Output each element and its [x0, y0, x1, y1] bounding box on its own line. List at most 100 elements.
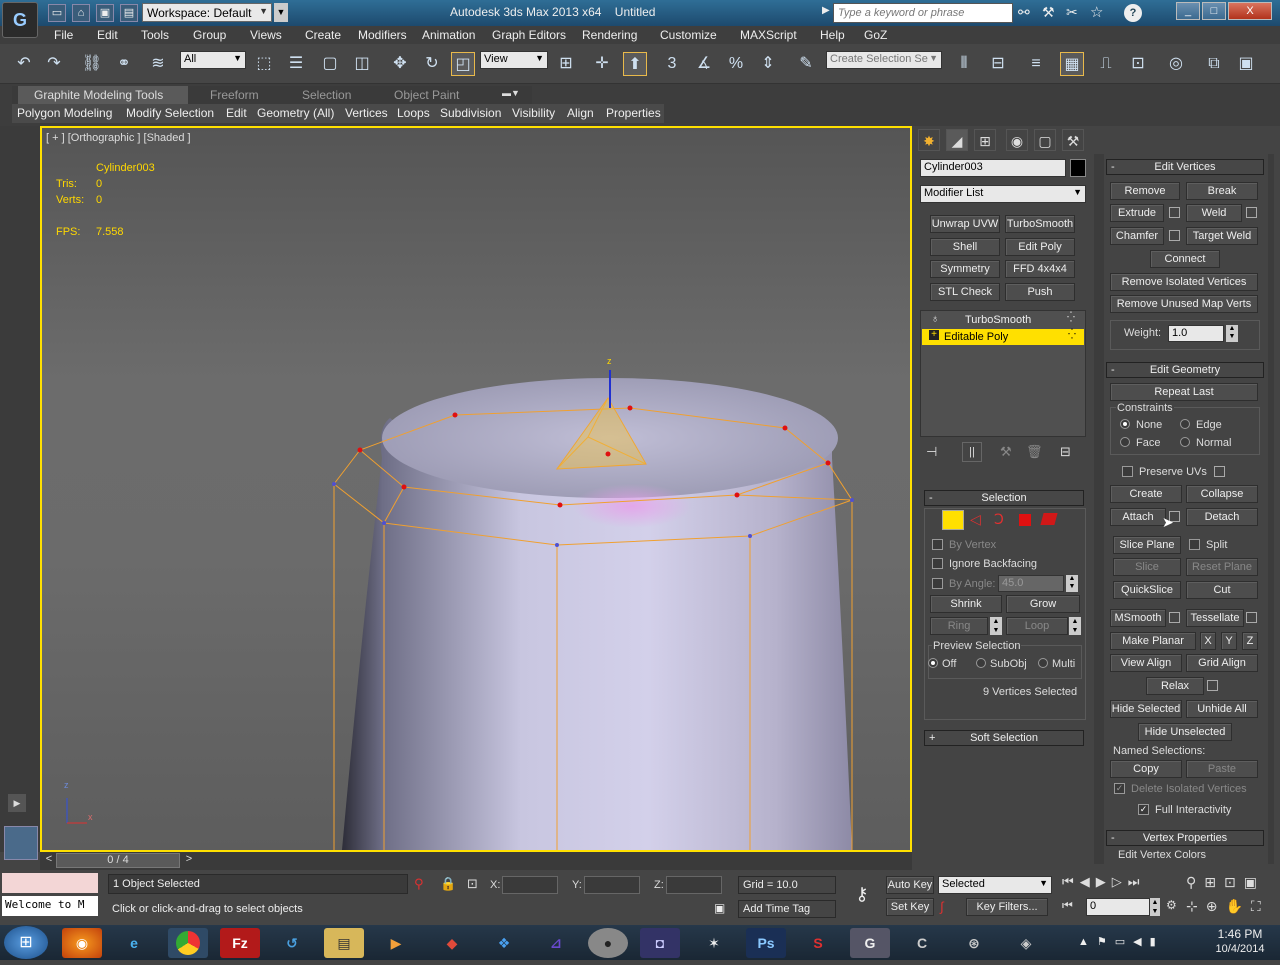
grow-button[interactable]: Grow — [1006, 595, 1080, 613]
full-interactivity-checkbox[interactable]: ✓ — [1138, 804, 1149, 815]
move-icon[interactable]: ✥ — [388, 52, 412, 76]
lock-selection-icon[interactable]: 🔒 — [440, 876, 456, 892]
ribbon-options-icon[interactable]: ▬▼ — [502, 88, 520, 98]
connect-button[interactable]: Connect — [1150, 250, 1220, 268]
reference-coordinate-dropdown[interactable]: View ▼ — [480, 51, 548, 69]
close-button[interactable]: X — [1228, 2, 1272, 20]
shell-button[interactable]: Shell — [930, 238, 1000, 256]
preview-off-radio[interactable] — [928, 658, 938, 668]
grid-align-button[interactable]: Grid Align — [1186, 654, 1258, 672]
snaps-toggle-icon[interactable]: 3 — [660, 52, 684, 76]
preview-subobj-radio[interactable] — [976, 658, 986, 668]
ignore-backfacing-checkbox[interactable] — [932, 558, 943, 569]
create-tab-icon[interactable]: ✸ — [918, 129, 940, 151]
motion-tab-icon[interactable]: ◉ — [1006, 129, 1028, 151]
turbosmooth-button[interactable]: TurboSmooth — [1005, 215, 1075, 233]
detach-button[interactable]: Detach — [1186, 508, 1258, 526]
menu-tools[interactable]: Tools — [141, 28, 169, 42]
clock-date[interactable]: 10/4/2014 — [1210, 943, 1270, 955]
configure-modifier-sets-icon[interactable]: ⊟ — [1060, 444, 1071, 460]
search-arrow-icon[interactable]: ▶ — [822, 5, 830, 16]
minimize-button[interactable]: _ — [1176, 2, 1200, 20]
render-setup-icon[interactable]: ⧉ — [1202, 52, 1226, 76]
viewport-layout-icon[interactable] — [4, 826, 38, 860]
schematic-view-icon[interactable]: ⊡ — [1126, 52, 1150, 76]
push-button[interactable]: Push — [1005, 283, 1075, 301]
start-button-icon[interactable]: ⊞ — [4, 926, 48, 959]
viewport-nav-bottom[interactable]: ⊹⊕✋⛶ — [1186, 898, 1269, 915]
search-input[interactable]: Type a keyword or phrase — [833, 3, 1013, 23]
tab-freeform[interactable]: Freeform — [210, 88, 259, 102]
by-angle-checkbox[interactable] — [932, 578, 943, 589]
menu-animation[interactable]: Animation — [422, 28, 475, 42]
time-slider-track[interactable]: < 0 / 4 > — [40, 852, 912, 870]
zbrush-icon[interactable]: ● — [588, 928, 628, 958]
time-slider-thumb[interactable]: 0 / 4 — [56, 853, 180, 868]
set-key-button[interactable]: Set Key — [886, 898, 934, 916]
preserve-uvs-settings-icon[interactable] — [1214, 466, 1225, 477]
app-icon-purple[interactable]: ⊿ — [536, 928, 576, 958]
edit-named-selection-icon[interactable]: ✎ — [794, 52, 818, 76]
maxscript-listener-pink[interactable] — [2, 873, 98, 893]
break-button[interactable]: Break — [1186, 182, 1258, 200]
panel-visibility[interactable]: Visibility — [512, 106, 555, 120]
time-prev-icon[interactable]: < — [42, 853, 56, 867]
undo-icon[interactable]: ↶ — [12, 52, 36, 76]
edge-mode-icon[interactable]: ◁ — [970, 511, 981, 528]
tab-graphite-modeling-tools[interactable]: Graphite Modeling Tools — [34, 88, 163, 102]
menu-graph-editors[interactable]: Graph Editors — [492, 28, 566, 42]
mirror-icon[interactable]: ⫴ — [952, 52, 976, 76]
panel-polygon-modeling[interactable]: Polygon Modeling — [17, 106, 112, 120]
reset-plane-button[interactable]: Reset Plane — [1186, 558, 1258, 576]
by-vertex-checkbox[interactable] — [932, 539, 943, 550]
panel-vertices[interactable]: Vertices — [345, 106, 388, 120]
dropbox-icon[interactable]: ❖ — [484, 928, 524, 958]
border-mode-icon[interactable]: Ↄ — [994, 511, 1004, 528]
viewport-perspective[interactable]: [ + ] [Orthographic ] [Shaded ] Cylinder… — [40, 126, 912, 852]
help-icon[interactable]: ? — [1124, 4, 1142, 22]
menu-help[interactable]: Help — [820, 28, 845, 42]
relax-settings-icon[interactable] — [1207, 680, 1218, 691]
clock-time[interactable]: 1:46 PM — [1210, 927, 1270, 941]
app-logo-icon[interactable]: G — [2, 2, 38, 38]
menu-rendering[interactable]: Rendering — [582, 28, 637, 42]
remove-unused-map-verts-button[interactable]: Remove Unused Map Verts — [1110, 295, 1258, 313]
tab-object-paint[interactable]: Object Paint — [394, 88, 459, 102]
constraint-none-radio[interactable] — [1120, 419, 1130, 429]
loop-spinner[interactable]: ▲ ▼ — [1069, 617, 1081, 635]
chrome-icon[interactable] — [168, 928, 208, 958]
3dsmax-icon[interactable]: G — [850, 928, 890, 958]
weight-field[interactable]: 1.0 — [1168, 325, 1224, 342]
planar-y-button[interactable]: Y — [1221, 632, 1237, 650]
paste-button[interactable]: Paste — [1186, 760, 1258, 778]
selection-rollout-header[interactable]: - Selection — [924, 490, 1084, 506]
scale-icon[interactable]: ◰ — [451, 52, 475, 76]
bulb-icon[interactable]: ♁ — [931, 313, 939, 325]
stack-item-editable-poly[interactable]: + Editable Poly ⁛ — [922, 329, 1084, 345]
system-tray-icons[interactable]: ▲⚑▭◀▮ — [1078, 935, 1164, 948]
menu-customize[interactable]: Customize — [660, 28, 717, 42]
weight-spinner[interactable]: ▲ ▼ — [1226, 325, 1238, 342]
keyboard-shortcut-override-icon[interactable]: ⬆ — [623, 52, 647, 76]
modify-tab-icon[interactable]: ◢ — [946, 129, 968, 151]
weld-button[interactable]: Weld — [1186, 204, 1242, 222]
new-icon[interactable]: ▭ — [48, 4, 66, 22]
modifier-list-dropdown[interactable]: Modifier List ▼ — [920, 185, 1086, 203]
layer-manager-icon[interactable]: ≡ — [1024, 52, 1048, 76]
rotate-icon[interactable]: ↻ — [420, 52, 444, 76]
viewport-nav-top[interactable]: ⚲⊞⊡▣ — [1186, 874, 1265, 891]
collapse-button[interactable]: Collapse — [1186, 485, 1258, 503]
binoculars-icon[interactable]: ⚯ — [1018, 4, 1030, 21]
panel-align[interactable]: Align — [567, 106, 594, 120]
panel-loops[interactable]: Loops — [397, 106, 430, 120]
app-icon-red[interactable]: ◆ — [432, 928, 472, 958]
slice-button[interactable]: Slice — [1113, 558, 1181, 576]
isolate-icon[interactable]: ⚲ — [414, 876, 424, 892]
planar-z-button[interactable]: Z — [1242, 632, 1258, 650]
preview-multi-radio[interactable] — [1038, 658, 1048, 668]
tessellate-settings-icon[interactable] — [1246, 612, 1257, 623]
repeat-last-button[interactable]: Repeat Last — [1110, 383, 1258, 401]
add-time-tag-button[interactable]: Add Time Tag — [738, 900, 836, 918]
make-planar-button[interactable]: Make Planar — [1110, 632, 1196, 650]
percent-snap-icon[interactable]: % — [724, 52, 748, 76]
